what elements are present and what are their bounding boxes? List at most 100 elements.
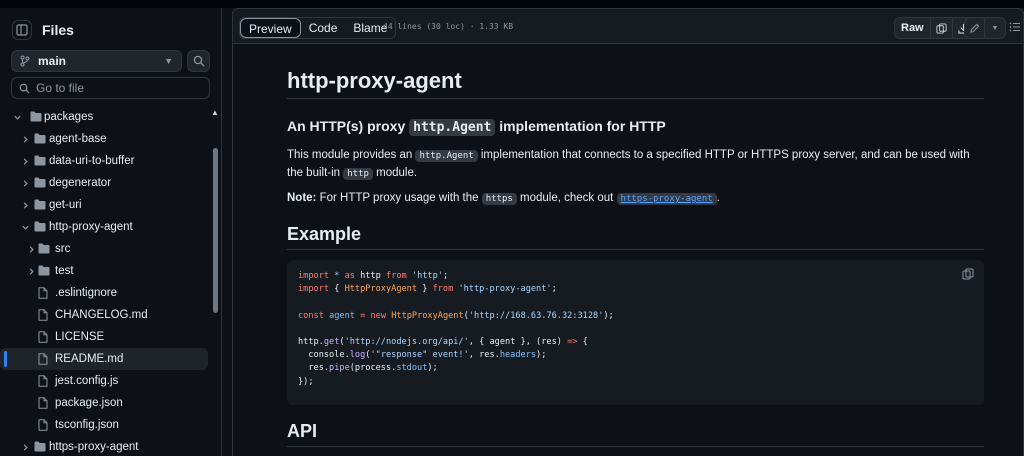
note-text: module, check out — [516, 192, 617, 204]
description-text: This module provides an — [287, 149, 416, 161]
api-heading: API — [287, 421, 318, 441]
git-branch-icon — [20, 55, 30, 67]
tree-file-item[interactable]: README.md — [0, 348, 208, 370]
tree-file-item[interactable]: CHANGELOG.md — [0, 304, 208, 326]
title-divider — [287, 98, 984, 99]
file-tree-sidebar: Files main ▼ packages agent-base data-uri-… — [0, 8, 222, 456]
file-info: 44 lines (30 loc) · 1.33 KB — [383, 22, 514, 31]
tree-item-label: README.md — [55, 353, 124, 365]
folder-open-icon — [30, 111, 42, 123]
folder-icon — [34, 441, 46, 453]
tree-file-item[interactable]: .eslintignore — [0, 282, 208, 304]
copy-raw-button[interactable] — [931, 18, 953, 38]
tree-file-item[interactable]: LICENSE — [0, 326, 208, 348]
tree-folder-item[interactable]: test — [0, 260, 208, 282]
tab-preview[interactable]: Preview — [240, 18, 301, 38]
subtitle-text-end: implementation for HTTP — [495, 118, 666, 134]
example-heading: Example — [287, 224, 362, 244]
file-icon — [38, 287, 50, 299]
file-viewer: Preview Code Blame 44 lines (30 loc) · 1… — [232, 8, 1024, 456]
file-toolbar: Preview Code Blame 44 lines (30 loc) · 1… — [232, 8, 1024, 44]
inline-code: http — [343, 168, 373, 180]
folder-icon — [34, 133, 46, 145]
example-divider — [287, 249, 984, 250]
sidebar-toggle-icon — [16, 24, 28, 36]
folder-icon — [34, 155, 46, 167]
go-to-file-input[interactable] — [36, 81, 196, 95]
list-unordered-icon — [1009, 22, 1020, 32]
collapse-sidebar-button[interactable] — [12, 20, 32, 40]
edit-button[interactable] — [965, 18, 985, 38]
chevron-right-icon[interactable] — [20, 200, 30, 210]
folder-icon — [34, 177, 46, 189]
folder-icon — [34, 199, 46, 211]
tree-file-item[interactable]: jest.config.js — [0, 370, 208, 392]
copy-code-button[interactable] — [962, 268, 975, 281]
sidebar-scrollbar[interactable]: ▲ — [210, 108, 220, 456]
folder-open-icon — [34, 221, 46, 233]
tree-folder-item[interactable]: http-proxy-agent — [0, 216, 208, 238]
file-icon — [38, 331, 50, 343]
subtitle-text: An HTTP(s) proxy — [287, 118, 410, 134]
tree-item-label: get-uri — [49, 199, 82, 211]
api-divider — [287, 446, 984, 447]
tree-folder-item[interactable]: src — [0, 238, 208, 260]
tree-file-item[interactable]: package.json — [0, 392, 208, 414]
example-code-block: import * as http from 'http'; import { H… — [287, 260, 984, 405]
tree-item-label: http-proxy-agent — [49, 221, 133, 233]
search-icon — [193, 55, 204, 67]
tree-folder-item[interactable]: agent-base — [0, 128, 208, 150]
link-code: https-proxy-agent — [616, 193, 717, 205]
tree-item-label: jest.config.js — [55, 375, 119, 387]
view-mode-tabs: Preview Code Blame — [239, 17, 397, 39]
chevron-down-icon[interactable] — [20, 222, 30, 232]
tree-item-label: data-uri-to-buffer — [49, 155, 135, 167]
tree-item-label: https-proxy-agent — [49, 441, 139, 453]
chevron-right-icon[interactable] — [20, 178, 30, 188]
outline-button[interactable] — [1009, 21, 1023, 35]
tree-folder-item[interactable]: data-uri-to-buffer — [0, 150, 208, 172]
edit-options-button[interactable]: ▼ — [985, 18, 1005, 38]
inline-code: http.Agent — [415, 150, 478, 162]
chevron-right-icon[interactable] — [20, 442, 30, 452]
tree-item-label: test — [55, 265, 74, 277]
https-proxy-agent-link[interactable]: https-proxy-agent — [616, 192, 717, 205]
search-button[interactable] — [187, 50, 210, 72]
branch-selector[interactable]: main ▼ — [11, 50, 182, 72]
description-text: module. — [372, 167, 418, 179]
subtitle-code: http.Agent — [409, 119, 496, 136]
tree-item-label: src — [55, 243, 71, 255]
raw-button[interactable]: Raw — [895, 18, 931, 38]
tree-item-label: degenerator — [49, 177, 112, 189]
tab-code[interactable]: Code — [301, 18, 346, 38]
note-label: Note: — [287, 192, 317, 204]
edit-actions: ▼ — [964, 17, 1006, 39]
readme-title: http-proxy-agent — [287, 68, 462, 93]
file-icon — [38, 353, 50, 365]
triangle-down-icon: ▼ — [991, 24, 999, 32]
chevron-down-icon[interactable] — [12, 112, 22, 122]
scrollbar-thumb[interactable] — [213, 148, 218, 313]
tree-file-item[interactable]: tsconfig.json — [0, 414, 208, 436]
tree-folder-item[interactable]: get-uri — [0, 194, 208, 216]
tree-item-label: CHANGELOG.md — [55, 309, 148, 321]
file-icon — [38, 375, 50, 387]
go-to-file-field[interactable] — [11, 77, 210, 99]
search-icon — [19, 83, 30, 94]
tree-folder-item[interactable]: packages — [0, 106, 208, 128]
inline-code: https — [481, 193, 517, 205]
readme-preview: http-proxy-agent An HTTP(s) proxy http.A… — [232, 44, 1024, 456]
tree-item-label: package.json — [55, 397, 123, 409]
chevron-right-icon[interactable] — [20, 134, 30, 144]
chevron-right-icon[interactable] — [26, 244, 36, 254]
copy-icon — [936, 22, 947, 34]
tree-folder-item[interactable]: https-proxy-agent — [0, 436, 208, 456]
chevron-right-icon[interactable] — [26, 266, 36, 276]
pencil-icon — [970, 23, 980, 33]
tree-item-label: .eslintignore — [55, 287, 118, 299]
chevron-right-icon[interactable] — [20, 156, 30, 166]
tree-folder-item[interactable]: degenerator — [0, 172, 208, 194]
file-tree: packages agent-base data-uri-to-buffer dege… — [0, 106, 208, 456]
scroll-up-arrow-icon[interactable]: ▲ — [211, 108, 219, 117]
files-title: Files — [42, 22, 74, 38]
